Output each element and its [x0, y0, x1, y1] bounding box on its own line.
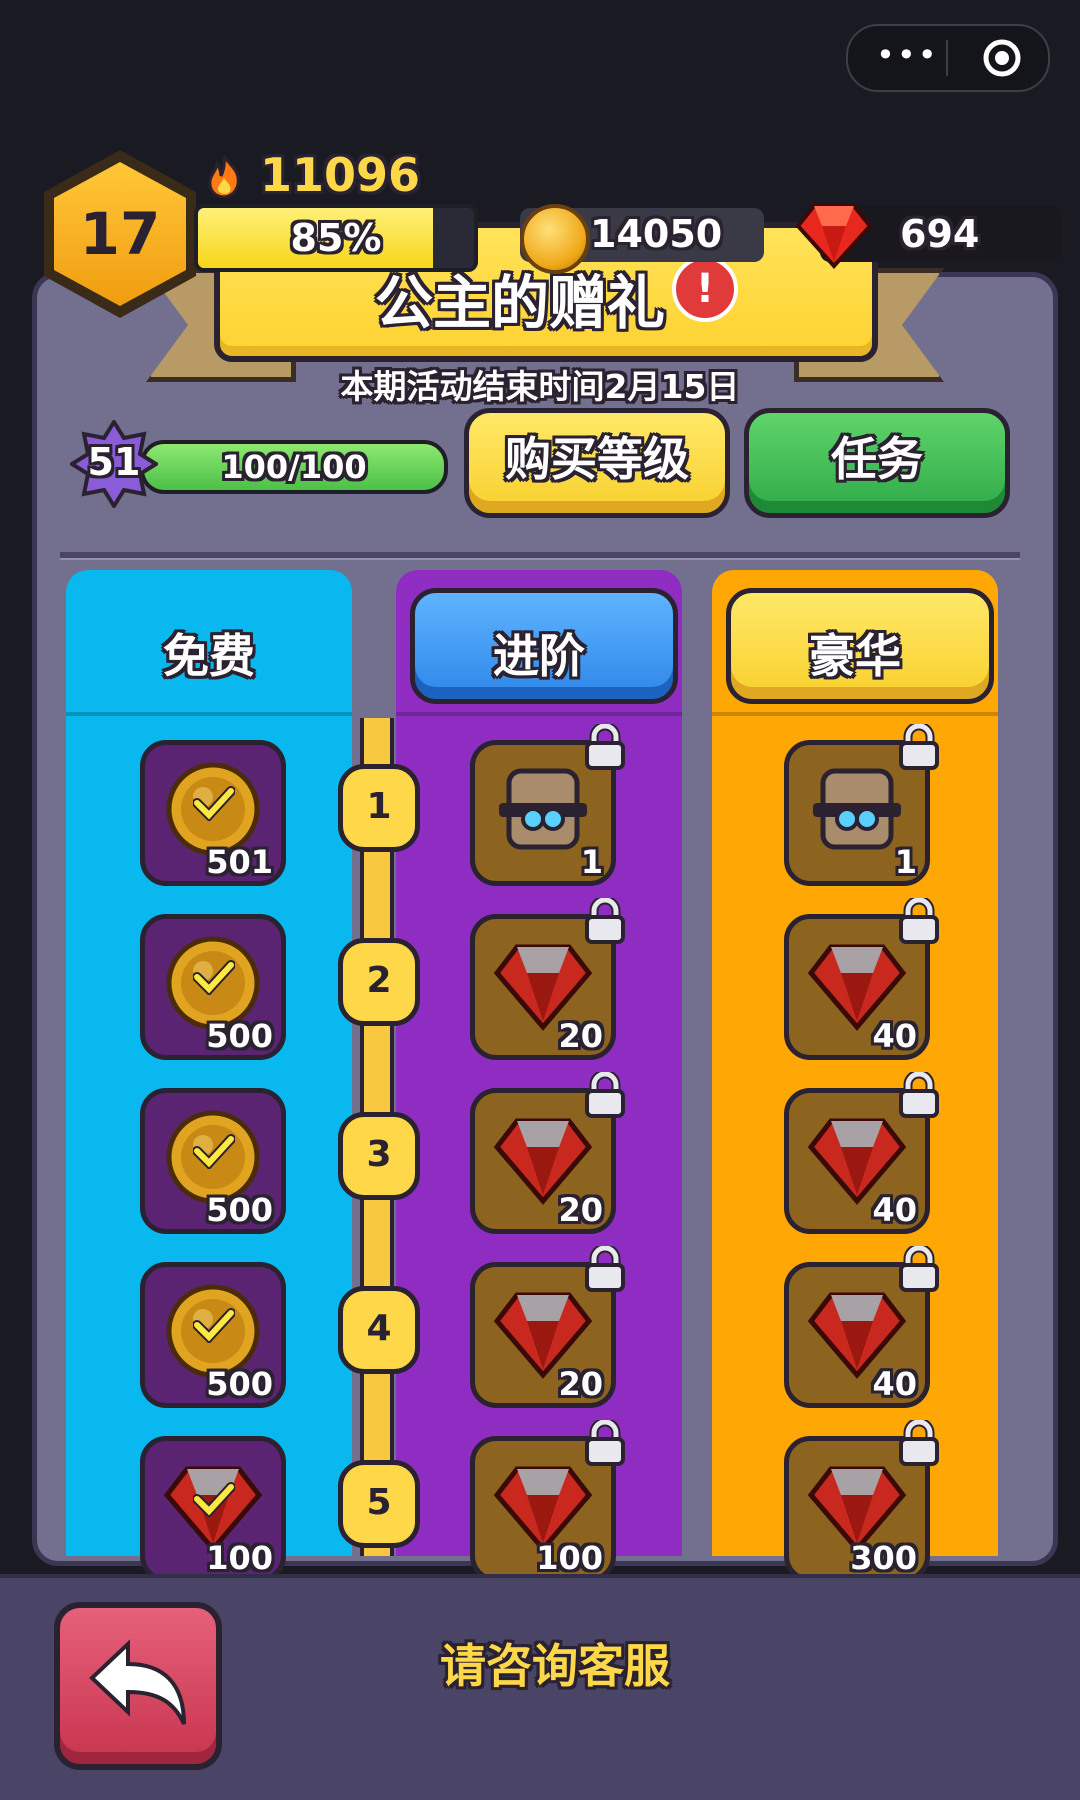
- free-header-line: [66, 712, 352, 716]
- gem-value: 694: [900, 212, 980, 256]
- deluxe-track-header: 豪华: [809, 629, 901, 683]
- reward-amount: 100: [536, 1539, 603, 1577]
- reward-amount: 500: [206, 1191, 273, 1229]
- lock-icon: [584, 1417, 626, 1466]
- free-track-header: 免费: [163, 629, 255, 683]
- free-reward-cell[interactable]: 500: [140, 1262, 286, 1408]
- player-level: 17: [79, 200, 161, 268]
- target-circle-icon[interactable]: [982, 38, 1022, 78]
- reward-amount: 40: [872, 1365, 917, 1403]
- reward-amount: 100: [206, 1539, 273, 1577]
- reward-amount: 501: [206, 843, 273, 881]
- lock-icon: [584, 1243, 626, 1292]
- lock-icon: [584, 895, 626, 944]
- reward-amount: 500: [206, 1017, 273, 1055]
- star-level: 51: [87, 440, 141, 484]
- reward-amount: 300: [850, 1539, 917, 1577]
- check-icon: [192, 1133, 236, 1171]
- level-node: 2: [338, 938, 420, 1026]
- lock-icon: [898, 1069, 940, 1118]
- alert-icon[interactable]: !: [672, 256, 738, 322]
- reward-amount: 40: [872, 1017, 917, 1055]
- event-end-time: 本期活动结束时间2月15日: [340, 367, 740, 406]
- advanced-track-column: [396, 570, 682, 1556]
- free-reward-cell[interactable]: 100: [140, 1436, 286, 1582]
- free-track-column: [66, 570, 352, 1556]
- gem-icon: [796, 204, 872, 269]
- lock-icon: [898, 1243, 940, 1292]
- customer-service-text: 请咨询客服: [440, 1639, 670, 1693]
- coin-value: 14050: [590, 212, 723, 256]
- chest-reward-icon: [493, 759, 593, 859]
- level-node: 1: [338, 764, 420, 852]
- lock-icon: [584, 1069, 626, 1118]
- task-button[interactable]: 任务: [744, 408, 1010, 518]
- free-reward-cell[interactable]: 500: [140, 914, 286, 1060]
- check-icon: [192, 1481, 236, 1519]
- check-icon: [192, 785, 236, 823]
- more-dots-icon[interactable]: •••: [876, 39, 937, 72]
- coin-icon: [520, 204, 590, 274]
- level-node: 4: [338, 1286, 420, 1374]
- check-icon: [192, 1307, 236, 1345]
- buy-level-button[interactable]: 购买等级: [464, 408, 730, 518]
- reward-amount: 40: [872, 1191, 917, 1229]
- capsule-menu: •••: [846, 24, 1050, 92]
- xp-percent: 85%: [290, 216, 382, 260]
- free-reward-cell[interactable]: 500: [140, 1088, 286, 1234]
- level-node: 3: [338, 1112, 420, 1200]
- advanced-track-header: 进阶: [493, 629, 585, 683]
- advanced-header-line: [396, 712, 682, 716]
- divider: [60, 552, 1020, 560]
- reward-amount: 20: [558, 1017, 603, 1055]
- bottom-bar: 请咨询客服: [0, 1578, 1080, 1800]
- score-value: 11096: [260, 148, 421, 202]
- reward-amount: 20: [558, 1365, 603, 1403]
- fire-icon: [208, 155, 240, 198]
- deluxe-track-column: [712, 570, 998, 1556]
- free-reward-cell[interactable]: 501: [140, 740, 286, 886]
- chest-reward-icon: [807, 759, 907, 859]
- reward-amount: 1: [894, 843, 917, 881]
- reward-amount: 20: [558, 1191, 603, 1229]
- lock-icon: [898, 721, 940, 770]
- reward-amount: 500: [206, 1365, 273, 1403]
- level-node: 5: [338, 1460, 420, 1548]
- lock-icon: [898, 1417, 940, 1466]
- back-button[interactable]: [54, 1602, 222, 1770]
- lock-icon: [584, 721, 626, 770]
- pass-progress-label: 100/100: [221, 448, 367, 486]
- deluxe-header-line: [712, 712, 998, 716]
- check-icon: [192, 959, 236, 997]
- xp-bar: 85%: [194, 204, 478, 272]
- reward-amount: 1: [580, 843, 603, 881]
- lock-icon: [898, 895, 940, 944]
- pass-progress-bar: 100/100: [140, 440, 448, 494]
- back-arrow-icon: [89, 1639, 186, 1725]
- capsule-divider: [946, 40, 948, 76]
